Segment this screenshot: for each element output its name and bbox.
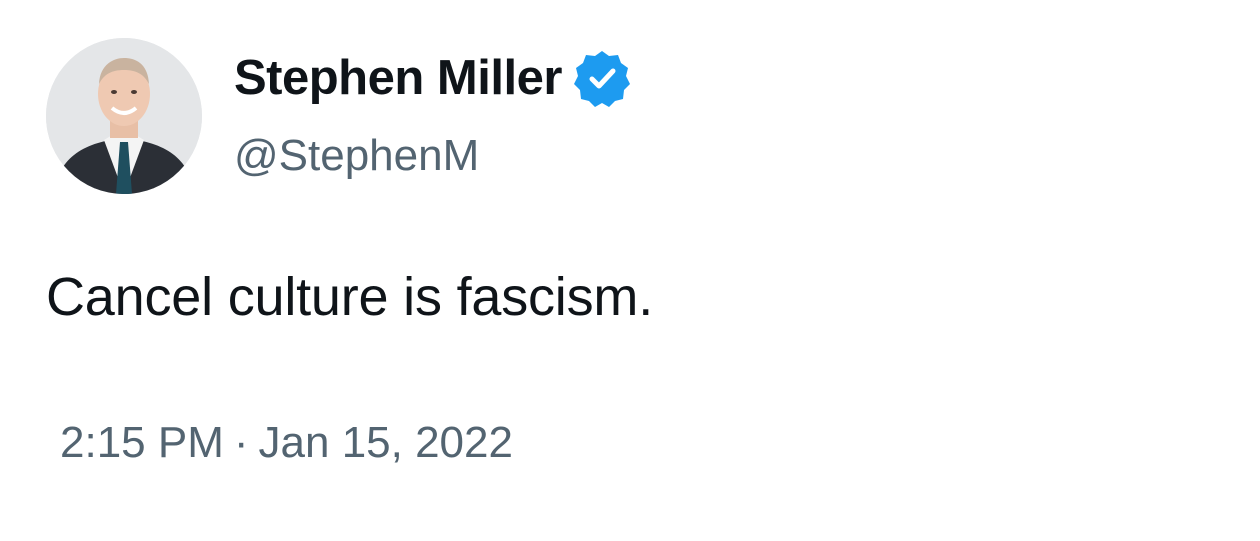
author-name-row: Stephen Miller bbox=[234, 46, 634, 110]
avatar-photo bbox=[46, 38, 202, 194]
avatar[interactable] bbox=[46, 38, 202, 194]
tweet-timestamp[interactable]: 2:15 PM · Jan 15, 2022 bbox=[60, 414, 513, 472]
verified-badge-icon[interactable] bbox=[570, 46, 634, 110]
timestamp-separator: · bbox=[233, 418, 249, 467]
author-handle[interactable]: @StephenM bbox=[234, 128, 479, 184]
tweet-date: Jan 15, 2022 bbox=[258, 418, 513, 467]
tweet-text: Cancel culture is fascism. bbox=[46, 267, 653, 327]
author-display-name[interactable]: Stephen Miller bbox=[234, 46, 562, 110]
tweet-card: Stephen Miller @StephenM Cancel culture … bbox=[0, 0, 1260, 541]
tweet-time: 2:15 PM bbox=[60, 418, 224, 467]
